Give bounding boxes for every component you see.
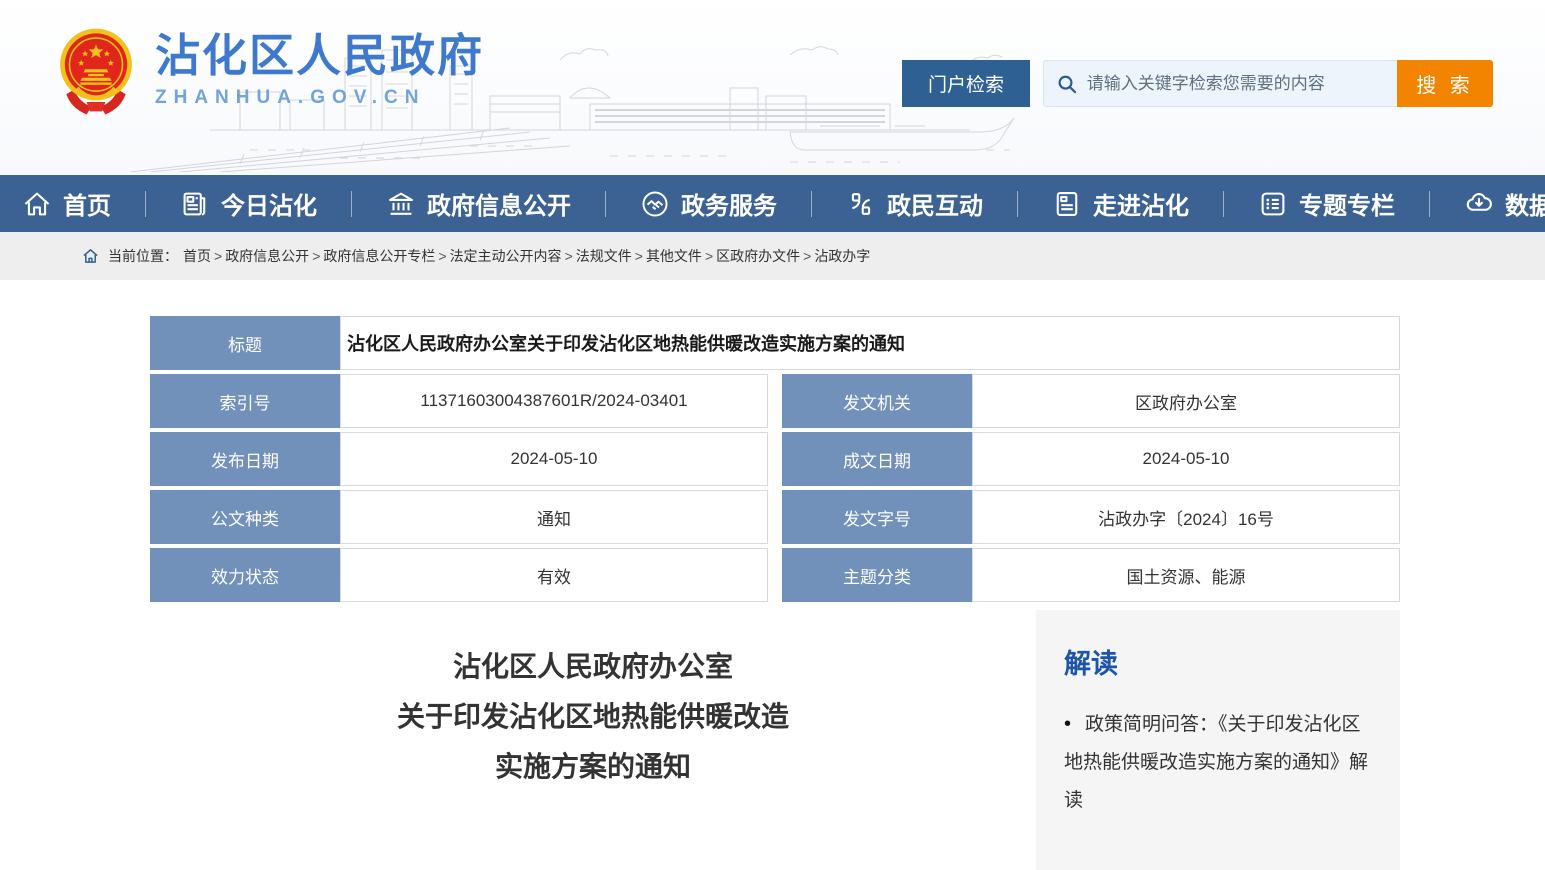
nav-item-interaction[interactable]: 政民互动: [846, 186, 983, 221]
meta-label-written-date: 成文日期: [782, 432, 972, 486]
nav-item-info-disclosure[interactable]: 政府信息公开: [386, 186, 571, 221]
breadcrumb-separator: >: [635, 248, 643, 264]
meta-value-index-no: 11371603004387601R/2024-03401: [340, 374, 768, 428]
breadcrumb-link[interactable]: 其他文件: [646, 246, 702, 266]
breadcrumb-separator: >: [214, 248, 222, 264]
table-column-gap: [768, 432, 782, 486]
meta-label-validity: 效力状态: [150, 548, 340, 602]
search-field[interactable]: [1043, 60, 1397, 107]
nav-label: 专题专栏: [1299, 186, 1395, 221]
content-area: 沾化区人民政府办公室 关于印发沾化区地热能供暖改造 实施方案的通知 解读 政策简…: [150, 610, 1400, 870]
meta-label-doc-number: 发文字号: [782, 490, 972, 544]
breadcrumb-link[interactable]: 沾政办字: [814, 246, 870, 266]
table-column-gap: [768, 374, 782, 428]
breadcrumb-link[interactable]: 政府信息公开专栏: [323, 246, 435, 266]
table-column-gap: [768, 548, 782, 602]
nav-label: 首页: [63, 186, 111, 221]
search-button[interactable]: 搜 索: [1397, 60, 1493, 107]
interpretation-heading: 解读: [1064, 642, 1372, 681]
breadcrumb-home-icon: [82, 248, 99, 264]
national-emblem-icon: [57, 24, 135, 116]
nav-item-about[interactable]: 走进沾化: [1052, 186, 1189, 221]
document-title-line: 实施方案的通知: [150, 742, 1036, 792]
breadcrumb: 当前位置： 首页> 政府信息公开> 政府信息公开专栏> 法定主动公开内容> 法规…: [0, 232, 1545, 280]
interaction-icon: [846, 189, 876, 219]
gov-building-icon: [386, 189, 416, 219]
nav-item-open-data[interactable]: 数据开放: [1464, 186, 1545, 221]
search-input[interactable]: [1087, 74, 1385, 94]
nav-separator: [811, 191, 812, 217]
meta-label-title: 标题: [150, 316, 340, 370]
nav-item-special-columns[interactable]: 专题专栏: [1258, 186, 1395, 221]
nav-separator: [1017, 191, 1018, 217]
breadcrumb-link[interactable]: 法规文件: [576, 246, 632, 266]
breadcrumb-link[interactable]: 法定主动公开内容: [450, 246, 562, 266]
breadcrumb-link[interactable]: 政府信息公开: [225, 246, 309, 266]
nav-separator: [1223, 191, 1224, 217]
nav-label: 政务服务: [681, 186, 777, 221]
list-icon: [1258, 189, 1288, 219]
breadcrumb-separator: >: [705, 248, 713, 264]
nav-separator: [605, 191, 606, 217]
breadcrumb-separator: >: [312, 248, 320, 264]
nav-item-home[interactable]: 首页: [22, 186, 111, 221]
interpretation-list: 政策简明问答：《关于印发沾化区地热能供暖改造实施方案的通知》解读: [1064, 705, 1372, 820]
document-title-line: 关于印发沾化区地热能供暖改造: [150, 692, 1036, 742]
document-title-line: 沾化区人民政府办公室: [150, 642, 1036, 692]
interpretation-link[interactable]: 政策简明问答：《关于印发沾化区地热能供暖改造实施方案的通知》解读: [1064, 705, 1372, 820]
breadcrumb-link[interactable]: 区政府办文件: [716, 246, 800, 266]
site-domain: ZHANHUA.GOV.CN: [155, 87, 484, 109]
nav-item-services[interactable]: 政务服务: [640, 186, 777, 221]
document-icon: [1052, 189, 1082, 219]
meta-value-topic-category: 国土资源、能源: [972, 548, 1400, 602]
search-bar: 搜 索: [1043, 60, 1493, 107]
handshake-icon: [640, 189, 670, 219]
breadcrumb-separator: >: [803, 248, 811, 264]
cloud-download-icon: [1464, 189, 1494, 219]
meta-value-issuing-org: 区政府办公室: [972, 374, 1400, 428]
document-body: 沾化区人民政府办公室 关于印发沾化区地热能供暖改造 实施方案的通知: [150, 610, 1036, 792]
site-logo[interactable]: 沾化区人民政府 ZHANHUA.GOV.CN: [57, 24, 484, 116]
site-name: 沾化区人民政府: [155, 31, 484, 81]
portal-search-button[interactable]: 门户检索: [902, 60, 1030, 107]
document-title: 沾化区人民政府办公室 关于印发沾化区地热能供暖改造 实施方案的通知: [150, 642, 1036, 792]
table-column-gap: [768, 490, 782, 544]
meta-value-written-date: 2024-05-10: [972, 432, 1400, 486]
meta-value-publish-date: 2024-05-10: [340, 432, 768, 486]
nav-label: 数据开放: [1505, 186, 1545, 221]
home-icon: [22, 189, 52, 219]
meta-label-publish-date: 发布日期: [150, 432, 340, 486]
nav-label: 走进沾化: [1093, 186, 1189, 221]
meta-label-index-no: 索引号: [150, 374, 340, 428]
site-header: 沾化区人民政府 ZHANHUA.GOV.CN 门户检索 搜 索: [0, 0, 1545, 175]
nav-item-today[interactable]: 今日沾化: [180, 186, 317, 221]
search-icon: [1056, 72, 1078, 96]
meta-label-doc-type: 公文种类: [150, 490, 340, 544]
meta-value-validity: 有效: [340, 548, 768, 602]
nav-label: 政府信息公开: [427, 186, 571, 221]
nav-separator: [351, 191, 352, 217]
meta-value-doc-number: 沾政办字〔2024〕16号: [972, 490, 1400, 544]
nav-label: 今日沾化: [221, 186, 317, 221]
interpretation-panel: 解读 政策简明问答：《关于印发沾化区地热能供暖改造实施方案的通知》解读: [1036, 610, 1400, 870]
news-icon: [180, 189, 210, 219]
document-meta-table: 标题 沾化区人民政府办公室关于印发沾化区地热能供暖改造实施方案的通知 索引号 1…: [150, 316, 1400, 602]
meta-value-title: 沾化区人民政府办公室关于印发沾化区地热能供暖改造实施方案的通知: [340, 316, 1400, 370]
meta-label-issuing-org: 发文机关: [782, 374, 972, 428]
nav-separator: [1429, 191, 1430, 217]
main-nav: 首页 今日沾化 政府信息公开 政务服务: [0, 175, 1545, 232]
breadcrumb-separator: >: [565, 248, 573, 264]
breadcrumb-link[interactable]: 首页: [183, 246, 211, 266]
nav-label: 政民互动: [887, 186, 983, 221]
nav-separator: [145, 191, 146, 217]
breadcrumb-prefix: 当前位置：: [108, 246, 178, 266]
meta-value-doc-type: 通知: [340, 490, 768, 544]
breadcrumb-separator: >: [438, 248, 446, 264]
meta-label-topic-category: 主题分类: [782, 548, 972, 602]
